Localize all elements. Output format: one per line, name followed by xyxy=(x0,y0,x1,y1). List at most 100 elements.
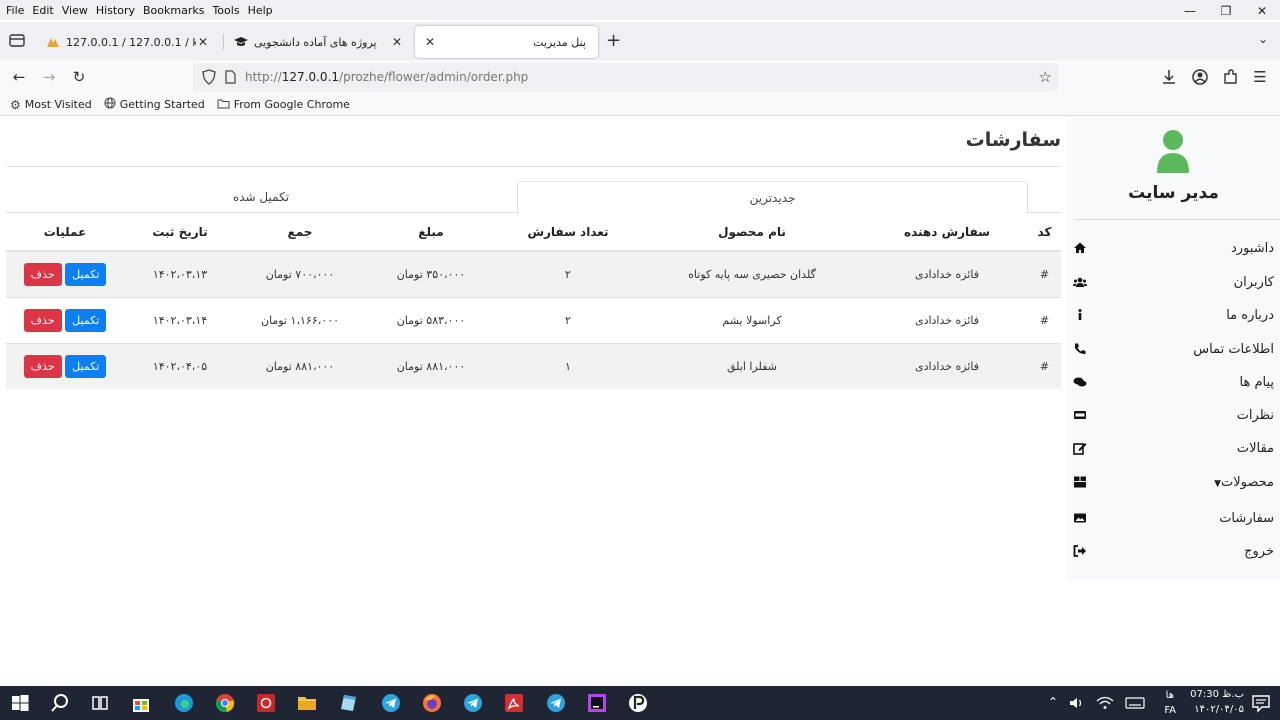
phpstorm-icon[interactable] xyxy=(586,692,608,714)
tab-separator xyxy=(223,34,224,50)
account-icon[interactable] xyxy=(1189,66,1211,88)
volume-icon[interactable] xyxy=(1066,692,1088,714)
input-language-alt[interactable]: ها xyxy=(1166,690,1174,701)
delete-order-button[interactable]: حذف xyxy=(23,354,62,378)
bookmark-star-icon[interactable]: ☆ xyxy=(1039,68,1052,86)
close-tab-icon[interactable]: ✕ xyxy=(423,35,437,49)
file-explorer-icon[interactable] xyxy=(296,692,318,714)
cell-quantity: ۲ xyxy=(498,296,638,343)
keyboard-icon[interactable] xyxy=(1124,692,1146,714)
sidebar-item-dashboard[interactable]: داشبورد xyxy=(1073,233,1274,263)
close-tab-icon[interactable]: ✕ xyxy=(196,35,210,49)
sidebar-item-label: پیام ها xyxy=(1239,374,1275,390)
tab-title: پنل مدیریت xyxy=(533,35,586,49)
cell-price: ۸۸۱،۰۰۰ تومان xyxy=(364,342,498,389)
header-actions: عملیات xyxy=(6,214,124,252)
tray-chevron-up-icon[interactable]: ⌃ xyxy=(1048,695,1058,709)
cell-product: شفلرا ابلق xyxy=(638,342,866,389)
chevron-down-icon[interactable]: ⌄ xyxy=(1258,32,1268,46)
windows-start-icon[interactable] xyxy=(9,692,31,714)
close-window-icon[interactable]: ✕ xyxy=(1244,0,1280,22)
close-tab-icon[interactable]: ✕ xyxy=(390,35,404,49)
sidebar-item-users[interactable]: کاربران xyxy=(1073,267,1274,297)
complete-order-button[interactable]: تکمیل xyxy=(65,354,107,378)
phpmyadmin-icon xyxy=(46,35,60,49)
sidebar-item-label: محصولات▼ xyxy=(1214,474,1274,490)
search-icon[interactable] xyxy=(49,692,71,714)
telegram-icon[interactable] xyxy=(380,692,402,714)
tracking-shield-icon[interactable] xyxy=(201,69,217,85)
logout-icon xyxy=(1073,545,1086,557)
image-icon xyxy=(1074,513,1086,523)
delete-order-button[interactable]: حذف xyxy=(23,262,62,286)
browser-tab-projects[interactable]: پروژه های آماده دانشجویی ✕ xyxy=(226,26,412,58)
sidebar-item-comments[interactable]: نظرات xyxy=(1073,400,1274,430)
menu-edit[interactable]: Edit xyxy=(32,4,53,17)
edge-icon[interactable] xyxy=(173,692,195,714)
sidebar-item-products[interactable]: محصولات▼ xyxy=(1073,467,1274,497)
menu-view[interactable]: View xyxy=(62,4,88,17)
comments-icon xyxy=(1073,377,1087,387)
sidebar-item-label: کاربران xyxy=(1233,274,1274,290)
input-language[interactable]: FA xyxy=(1164,705,1176,716)
clock-time[interactable]: 07:30 ب.ظ xyxy=(1190,689,1244,700)
reload-icon[interactable]: ↻ xyxy=(68,66,90,88)
address-bar[interactable]: http://127.0.0.1/prozhe/flower/admin/ord… xyxy=(193,63,1058,91)
sidebar-item-contact[interactable]: اطلاعات تماس xyxy=(1073,334,1274,364)
sidebar-item-articles[interactable]: مقالات xyxy=(1073,433,1274,463)
bookmark-getting-started[interactable]: Getting Started xyxy=(104,97,205,112)
anydesk-icon[interactable] xyxy=(255,692,277,714)
download-icon[interactable] xyxy=(1158,66,1180,88)
notepad-icon[interactable] xyxy=(338,692,360,714)
notifications-icon[interactable] xyxy=(1250,692,1272,714)
cell-customer: فائزه خدادادی xyxy=(866,296,1028,343)
user-avatar-icon xyxy=(1157,130,1189,173)
sidebar-item-messages[interactable]: پیام ها xyxy=(1073,367,1274,397)
header-quantity: تعداد سفارش xyxy=(498,214,638,252)
store-icon[interactable] xyxy=(130,692,152,714)
extensions-icon[interactable] xyxy=(1219,66,1241,88)
complete-order-button[interactable]: تکمیل xyxy=(65,308,107,332)
back-arrow-icon[interactable]: ← xyxy=(8,66,30,88)
new-tab-icon[interactable]: + xyxy=(606,30,621,51)
sidebar-item-orders[interactable]: سفارشات xyxy=(1073,503,1274,533)
chrome-icon[interactable] xyxy=(214,692,236,714)
menu-file[interactable]: File xyxy=(6,4,24,17)
cell-actions: تکمیل حذف xyxy=(6,296,124,343)
minimize-icon[interactable]: — xyxy=(1172,0,1208,22)
clock-date[interactable]: ۱۴۰۲/۰۴/۰۵ xyxy=(1194,704,1244,715)
p-app-icon[interactable] xyxy=(627,692,649,714)
bookmark-from-google-chrome[interactable]: From Google Chrome xyxy=(217,98,350,112)
table-row: # فائزه خدادادی کراسولا یشم ۲ ۵۸۳،۰۰۰ تو… xyxy=(6,296,1061,343)
tab-list-icon[interactable] xyxy=(8,32,26,48)
menu-help[interactable]: Help xyxy=(248,4,273,17)
admin-name: مدیر سایت xyxy=(1128,183,1219,203)
complete-order-button[interactable]: تکمیل xyxy=(65,262,107,286)
firefox-icon[interactable] xyxy=(421,692,443,714)
wifi-icon[interactable] xyxy=(1094,692,1116,714)
forward-arrow-icon[interactable]: → xyxy=(38,66,60,88)
cell-date: ۱۴۰۲،۰۳،۱۴ xyxy=(124,296,236,343)
browser-tab-phpmyadmin[interactable]: 127.0.0.1 / 127.0.0.1 / kafemobi ✕ xyxy=(38,26,218,58)
tab-completed[interactable]: تکمیل شده xyxy=(6,181,516,213)
sidebar-item-label: خروج xyxy=(1244,543,1274,559)
tab-newest[interactable]: جدیدترین xyxy=(517,181,1028,214)
restore-icon[interactable]: ❐ xyxy=(1208,0,1244,22)
page-info-icon[interactable] xyxy=(223,70,237,84)
task-view-icon[interactable] xyxy=(89,692,111,714)
telegram-icon[interactable] xyxy=(545,692,567,714)
acrobat-icon[interactable] xyxy=(503,692,525,714)
delete-order-button[interactable]: حذف xyxy=(23,308,62,332)
hamburger-menu-icon[interactable]: ☰ xyxy=(1249,66,1271,88)
sidebar-item-about[interactable]: درباره ما xyxy=(1073,300,1274,330)
sidebar-item-logout[interactable]: خروج xyxy=(1073,536,1274,566)
bookmark-label: From Google Chrome xyxy=(233,98,350,111)
sidebar-item-label: سفارشات xyxy=(1219,510,1274,526)
telegram-icon[interactable] xyxy=(462,692,484,714)
menu-history[interactable]: History xyxy=(96,4,135,17)
cell-total: ۷۰۰،۰۰۰ تومان xyxy=(236,250,364,297)
menu-tools[interactable]: Tools xyxy=(212,4,239,17)
menu-bookmarks[interactable]: Bookmarks xyxy=(143,4,204,17)
bookmark-most-visited[interactable]: ⚙ Most Visited xyxy=(10,98,92,112)
browser-tab-admin-panel[interactable]: پنل مدیریت ✕ xyxy=(415,26,598,58)
